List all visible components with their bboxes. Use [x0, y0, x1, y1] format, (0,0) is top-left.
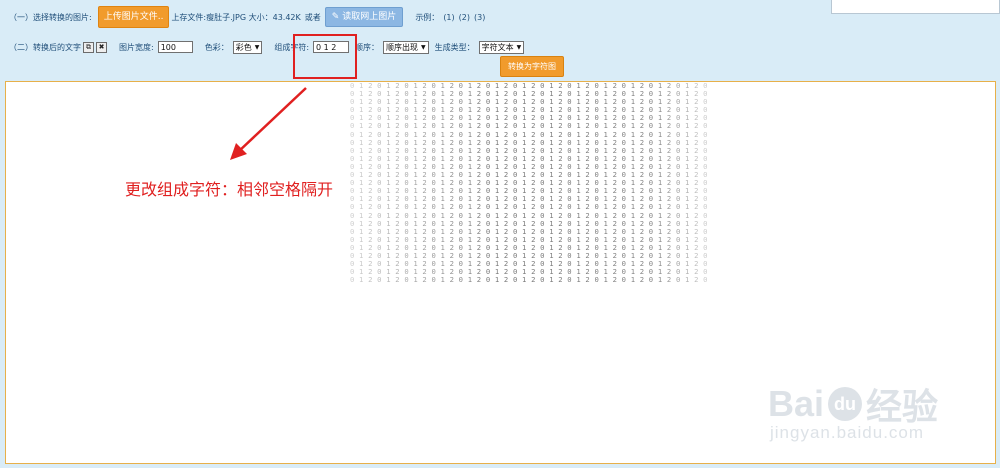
- watermark-du: du: [828, 387, 863, 421]
- watermark-url: jingyan.baidu.com: [770, 423, 925, 442]
- watermark-bai: Bai: [768, 383, 825, 424]
- annotation-text: 更改组成字符：相邻空格隔开: [125, 180, 334, 199]
